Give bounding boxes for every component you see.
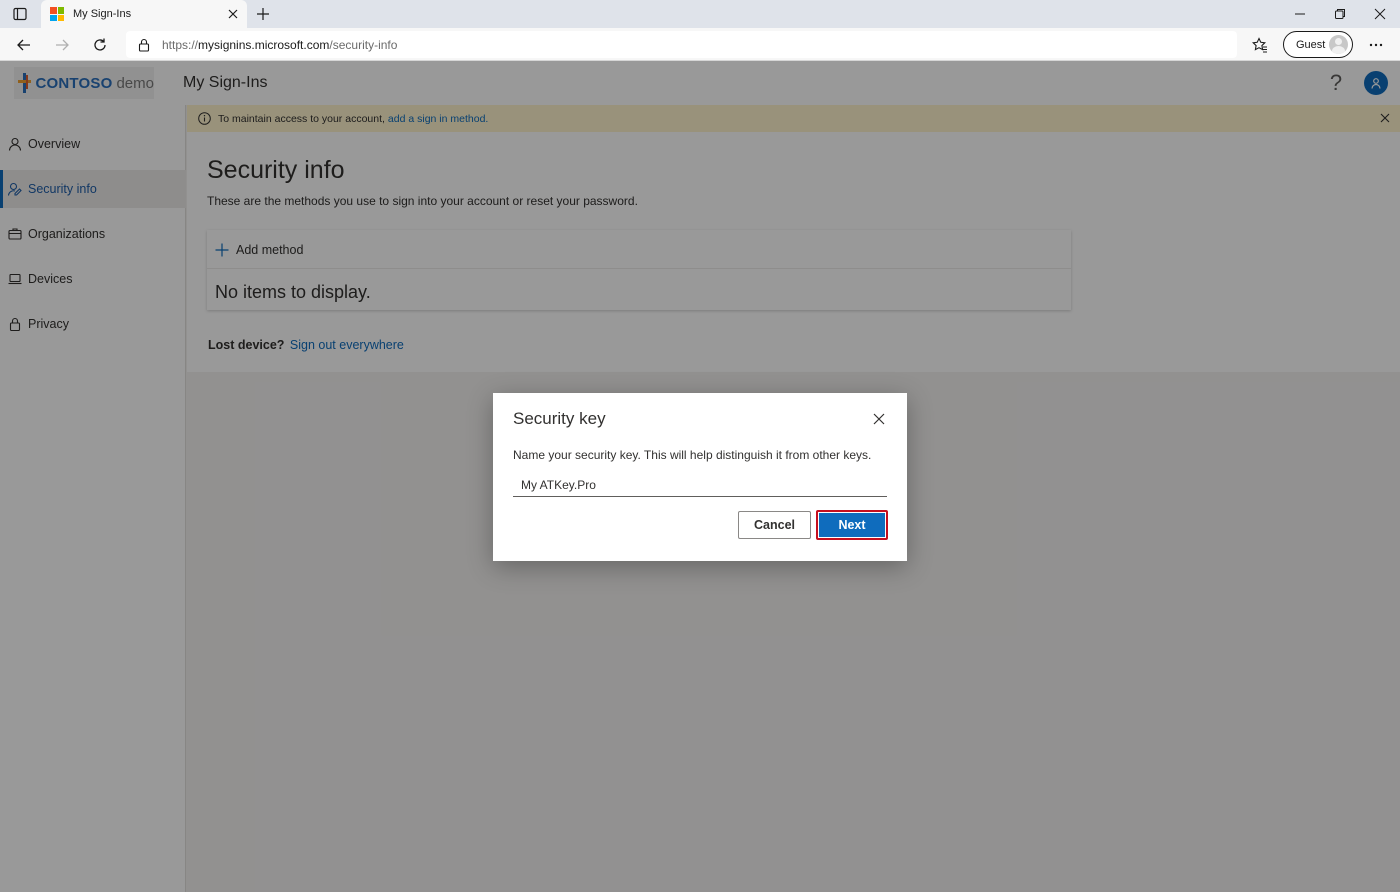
browser-tabstrip: My Sign-Ins bbox=[0, 0, 1400, 28]
dialog-description: Name your security key. This will help d… bbox=[513, 448, 872, 462]
dialog-close-icon[interactable] bbox=[871, 411, 887, 427]
browser-tab[interactable]: My Sign-Ins bbox=[41, 0, 247, 28]
profile-guest-button[interactable]: Guest bbox=[1283, 31, 1353, 58]
back-icon[interactable] bbox=[13, 34, 35, 56]
guest-avatar-icon bbox=[1329, 35, 1348, 54]
dialog-title: Security key bbox=[513, 409, 606, 428]
tab-actions-icon[interactable] bbox=[10, 5, 30, 23]
browser-toolbar: https://mysignins.microsoft.com/security… bbox=[0, 28, 1400, 61]
refresh-icon[interactable] bbox=[89, 34, 111, 56]
window-close-icon[interactable] bbox=[1370, 4, 1390, 24]
security-key-dialog: Security key Name your security key. Thi… bbox=[493, 393, 907, 561]
new-tab-icon[interactable] bbox=[254, 5, 272, 23]
url-text: https://mysignins.microsoft.com/security… bbox=[162, 37, 398, 52]
minimize-icon[interactable] bbox=[1290, 4, 1310, 24]
lock-icon[interactable] bbox=[136, 37, 152, 53]
favorites-icon[interactable] bbox=[1249, 34, 1271, 56]
guest-label: Guest bbox=[1296, 38, 1326, 51]
more-options-icon[interactable] bbox=[1365, 34, 1387, 56]
tab-close-icon[interactable] bbox=[225, 6, 241, 22]
cancel-button[interactable]: Cancel bbox=[738, 511, 811, 539]
microsoft-logo-icon bbox=[50, 7, 64, 21]
tab-title: My Sign-Ins bbox=[73, 8, 132, 20]
security-key-name-input[interactable] bbox=[513, 474, 887, 497]
forward-icon[interactable] bbox=[51, 34, 73, 56]
restore-icon[interactable] bbox=[1330, 4, 1350, 24]
address-bar[interactable]: https://mysignins.microsoft.com/security… bbox=[126, 31, 1237, 58]
next-button[interactable]: Next bbox=[816, 510, 888, 540]
